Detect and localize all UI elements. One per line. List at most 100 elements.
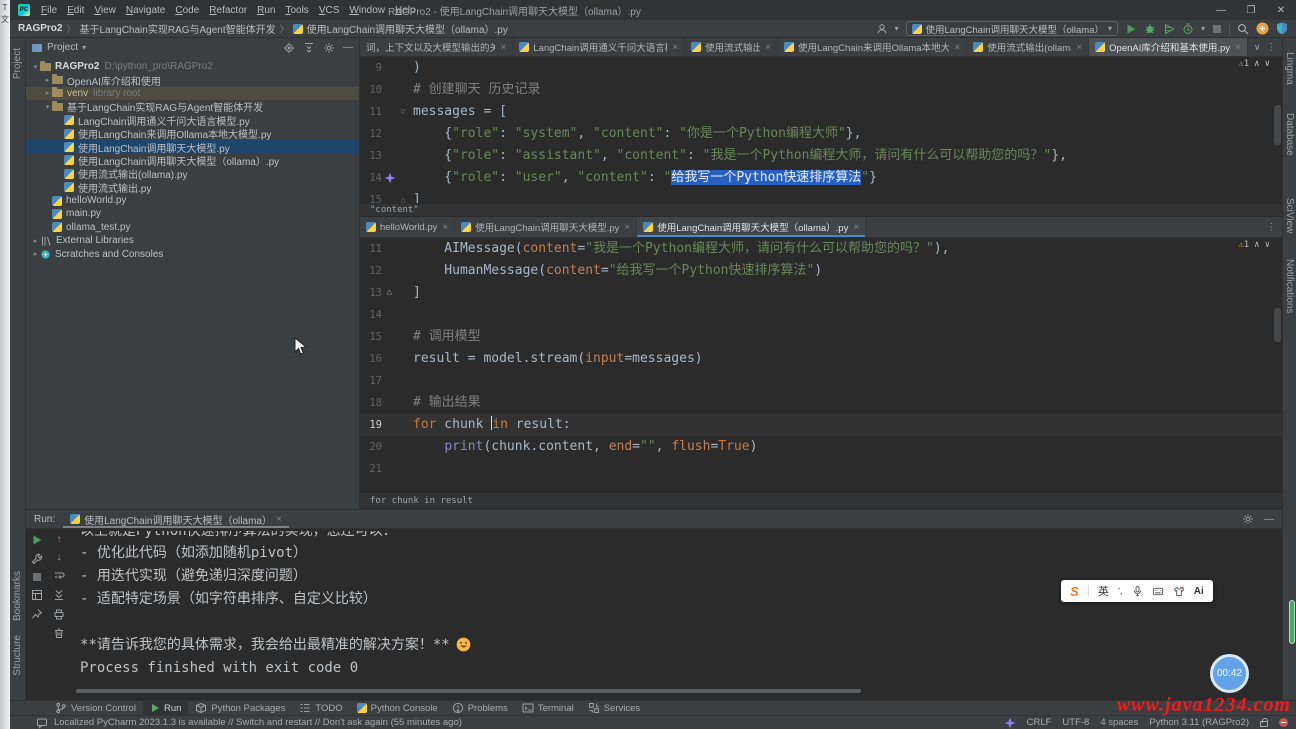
ai-assistant-status-icon[interactable]: [1004, 717, 1016, 729]
soft-wrap-icon[interactable]: [53, 570, 65, 582]
upgrade-badge-icon[interactable]: [1256, 22, 1269, 35]
menu-tools[interactable]: Tools: [280, 5, 313, 16]
ime-language-toggle[interactable]: 英: [1098, 583, 1109, 599]
tool-window-button-problems[interactable]: Problems: [445, 701, 515, 715]
menu-refactor[interactable]: Refactor: [204, 5, 252, 16]
search-everywhere-icon[interactable]: [1237, 23, 1249, 35]
stop-button[interactable]: [1212, 24, 1222, 34]
breadcrumb-item[interactable]: RAGPro2: [18, 23, 62, 34]
tool-stripe-database[interactable]: Database: [1284, 113, 1295, 156]
tree-expand-icon[interactable]: ▸: [31, 237, 40, 245]
tab-options-kebab-icon[interactable]: ⋮: [1267, 42, 1277, 53]
sogou-logo-icon[interactable]: S: [1070, 584, 1079, 599]
tool-stripe-lingma[interactable]: Lingma: [1284, 52, 1295, 85]
lock-icon[interactable]: [1260, 721, 1268, 727]
ime-ai-button[interactable]: Ai: [1194, 586, 1204, 597]
fold-marker-icon[interactable]: △: [397, 189, 409, 203]
menu-code[interactable]: Code: [170, 5, 204, 16]
breadcrumb-item[interactable]: 基于LangChain实现RAG与Agent智能体开发: [79, 21, 275, 36]
hide-panel-icon[interactable]: —: [1264, 514, 1274, 525]
ime-punctuation-toggle[interactable]: ’,: [1118, 586, 1123, 596]
panel-settings-icon[interactable]: [323, 42, 335, 54]
tree-row[interactable]: main.py: [26, 207, 359, 220]
inspections-widget-top[interactable]: ⚠1 ∧ ∨: [1238, 59, 1270, 69]
console-settings-icon[interactable]: [1242, 513, 1254, 525]
editor-scrollbar-thumb[interactable]: [1274, 308, 1281, 342]
fold-marker-icon[interactable]: ▽: [397, 101, 409, 123]
tree-expand-icon[interactable]: ▾: [31, 63, 40, 71]
project-panel-title[interactable]: Project: [47, 42, 78, 53]
tool-window-button-python-packages[interactable]: Python Packages: [188, 701, 292, 715]
run-configuration-select[interactable]: 使用LangChain调用聊天大模型（ollama） ▾: [906, 21, 1118, 36]
minimize-button[interactable]: —: [1206, 5, 1236, 16]
ime-skin-icon[interactable]: [1173, 586, 1185, 597]
next-warning-icon[interactable]: ∨: [1265, 59, 1270, 69]
scroll-to-end-icon[interactable]: [53, 589, 65, 601]
tree-row[interactable]: 使用流式输出.py: [26, 181, 359, 194]
tool-stripe-project[interactable]: Project: [12, 48, 23, 79]
tree-row[interactable]: helloWorld.py: [26, 194, 359, 207]
status-message[interactable]: Localized PyCharm 2023.1.3 is available …: [54, 717, 462, 728]
menu-navigate[interactable]: Navigate: [121, 5, 170, 16]
ide-shield-icon[interactable]: [1276, 22, 1288, 35]
tab-options-kebab-icon[interactable]: ⋮: [1267, 222, 1277, 233]
tree-expand-icon[interactable]: ▸: [31, 250, 40, 258]
close-tab-icon[interactable]: ×: [1076, 42, 1082, 53]
tree-row[interactable]: ▸External Libraries: [26, 234, 359, 247]
tree-row[interactable]: ▸venvlibrary root: [26, 87, 359, 100]
status-item[interactable]: 4 spaces: [1100, 717, 1138, 728]
menu-vcs[interactable]: VCS: [314, 5, 345, 16]
close-tab-icon[interactable]: ×: [624, 222, 630, 233]
editor-tab[interactable]: 使用LangChain调用聊天大模型（ollama）.py×: [637, 217, 866, 237]
locate-file-icon[interactable]: [283, 42, 295, 54]
tree-row[interactable]: ▸OpenAI库介绍和使用: [26, 73, 359, 86]
ime-toolbar[interactable]: S 英 ’, Ai: [1061, 580, 1213, 602]
editor-breadcrumb-top[interactable]: "content": [360, 203, 1282, 217]
editor-tab[interactable]: LangChain调用通义千问大语言模型.py×: [513, 38, 685, 56]
tree-row[interactable]: 使用流式输出(ollama).py: [26, 167, 359, 180]
tree-expand-icon[interactable]: ▸: [43, 76, 52, 84]
hide-panel-icon[interactable]: —: [343, 42, 353, 53]
console-horizontal-scrollbar[interactable]: [76, 689, 861, 693]
tree-expand-icon[interactable]: ▾: [43, 103, 52, 111]
collapse-all-icon[interactable]: [303, 42, 315, 54]
run-button[interactable]: [1125, 23, 1137, 35]
tree-row[interactable]: 使用LangChain调用聊天大模型.py: [26, 140, 359, 153]
stop-button-icon[interactable]: [32, 572, 42, 582]
tree-row[interactable]: 使用LangChain来调用Ollama本地大模型.py: [26, 127, 359, 140]
status-item[interactable]: UTF-8: [1062, 717, 1089, 728]
tool-window-button-terminal[interactable]: Terminal: [515, 701, 581, 715]
tool-stripe-sciview[interactable]: SciView: [1284, 198, 1295, 233]
tool-stripe-structure[interactable]: Structure: [12, 635, 23, 676]
tree-row[interactable]: 使用LangChain调用聊天大模型（ollama）.py: [26, 154, 359, 167]
close-tab-icon[interactable]: ×: [765, 42, 771, 53]
pin-tab-icon[interactable]: [31, 608, 43, 620]
print-console-icon[interactable]: [53, 608, 65, 620]
close-tab-icon[interactable]: ×: [500, 42, 506, 53]
profiler-dropdown-arrow-icon[interactable]: ▾: [1201, 24, 1205, 33]
tree-row[interactable]: ▾RAGPro2D:\python_pro\RAGPro2: [26, 60, 359, 73]
prev-warning-icon[interactable]: ∧: [1254, 59, 1259, 69]
close-tab-icon[interactable]: ×: [442, 222, 448, 233]
editor-tab[interactable]: 词，上下文以及大模型输出的关系.py×: [360, 38, 513, 56]
rerun-button-icon[interactable]: [31, 534, 43, 546]
inspections-widget-bottom[interactable]: ⚠1 ∧ ∨: [1238, 240, 1270, 250]
close-tab-icon[interactable]: ×: [853, 222, 859, 233]
tree-row[interactable]: ▸Scratches and Consoles: [26, 247, 359, 260]
tool-stripe-bookmarks[interactable]: Bookmarks: [12, 571, 23, 621]
green-scrollbar-marker[interactable]: [1289, 600, 1295, 644]
close-tab-icon[interactable]: ×: [1235, 42, 1241, 53]
run-console-output[interactable]: 以上就是Python快速排序算法的实现，您还可以：- 优化此代码（如添加随机pi…: [72, 529, 1282, 700]
editor-tab[interactable]: 使用LangChain来调用Ollama本地大模型.py×: [778, 38, 967, 56]
menu-file[interactable]: File: [36, 5, 62, 16]
tree-row[interactable]: LangChain调用通义千问大语言模型.py: [26, 114, 359, 127]
menu-edit[interactable]: Edit: [62, 5, 89, 16]
down-stack-trace-icon[interactable]: ↓: [57, 552, 62, 563]
menu-window[interactable]: Window: [344, 5, 390, 16]
editor-bottom-split[interactable]: ⚠1 ∧ ∨ 11 AIMessage(content="我是一个Python编…: [360, 238, 1282, 492]
tool-window-button-version-control[interactable]: Version Control: [48, 701, 143, 715]
menu-run[interactable]: Run: [252, 5, 280, 16]
editor-top-split[interactable]: ⚠1 ∧ ∨ 9)10# 创建聊天 历史记录11▽messages = [12 …: [360, 57, 1282, 203]
clear-console-icon[interactable]: [53, 627, 65, 639]
editor-tab[interactable]: 使用流式输出(ollama).py×: [967, 38, 1089, 56]
